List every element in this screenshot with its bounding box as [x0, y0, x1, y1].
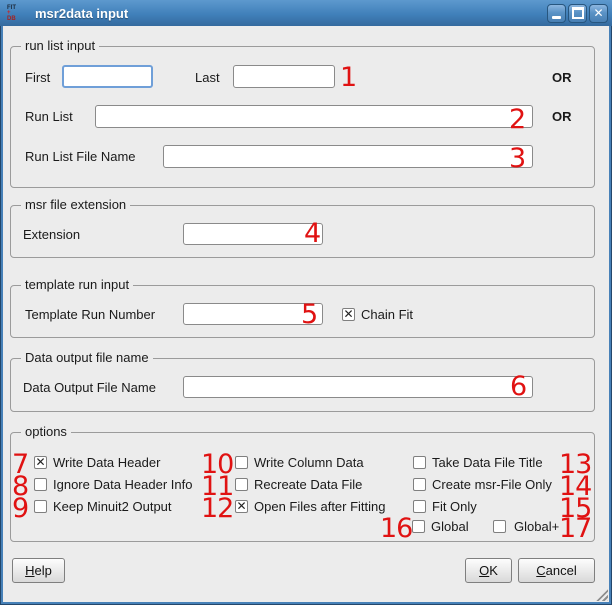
global-plus-checkbox-box[interactable]: [493, 520, 506, 533]
open-files-after-fitting-label[interactable]: Open Files after Fitting: [254, 499, 386, 514]
global-checkbox-box[interactable]: [412, 520, 425, 533]
ignore-data-header-info-label[interactable]: Ignore Data Header Info: [53, 477, 192, 492]
template-run-number-label: Template Run Number: [25, 307, 155, 322]
cancel-button[interactable]: Cancel: [518, 558, 595, 583]
group-options-title: options: [21, 424, 71, 439]
group-msr-file-extension-title: msr file extension: [21, 197, 130, 212]
data-output-file-name-input[interactable]: [183, 376, 533, 398]
group-template-run-input-title: template run input: [21, 277, 133, 292]
open-files-after-fitting-checkbox-box[interactable]: [235, 500, 248, 513]
group-run-list-input-title: run list input: [21, 38, 99, 53]
take-data-file-title-label[interactable]: Take Data File Title: [432, 455, 543, 470]
recreate-data-file-label[interactable]: Recreate Data File: [254, 477, 362, 492]
checkbox-take-data-file-title[interactable]: Take Data File Title: [413, 455, 543, 470]
close-icon: ✕: [593, 7, 603, 19]
maximize-button[interactable]: [568, 4, 587, 23]
checkbox-global-plus[interactable]: Global+: [493, 519, 559, 534]
checkbox-recreate-data-file[interactable]: Recreate Data File: [235, 477, 362, 492]
run-list-file-name-label: Run List File Name: [25, 149, 136, 164]
global-plus-label[interactable]: Global+: [514, 519, 559, 534]
data-output-file-name-label: Data Output File Name: [23, 380, 156, 395]
or-label-1: OR: [552, 70, 572, 85]
minimize-icon: [552, 16, 561, 19]
checkbox-write-data-header[interactable]: Write Data Header: [34, 455, 160, 470]
chain-fit-checkbox-box[interactable]: [342, 308, 355, 321]
close-button[interactable]: ✕: [589, 4, 608, 23]
run-list-file-name-input[interactable]: [163, 145, 533, 168]
recreate-data-file-checkbox-box[interactable]: [235, 478, 248, 491]
extension-input[interactable]: [183, 223, 323, 245]
titlebar[interactable]: FIT + DB msr2data input ✕: [0, 0, 612, 26]
create-msr-file-only-checkbox-box[interactable]: [413, 478, 426, 491]
checkbox-open-files-after-fitting[interactable]: Open Files after Fitting: [235, 499, 386, 514]
keep-minuit2-output-label[interactable]: Keep Minuit2 Output: [53, 499, 172, 514]
keep-minuit2-output-checkbox-box[interactable]: [34, 500, 47, 513]
extension-label: Extension: [23, 227, 80, 242]
dialog-window: FIT + DB msr2data input ✕ run list input…: [0, 0, 612, 605]
window-title: msr2data input: [35, 6, 545, 21]
maximize-icon: [572, 7, 584, 19]
last-input[interactable]: [233, 65, 335, 88]
template-run-number-input[interactable]: [183, 303, 323, 325]
run-list-label: Run List: [25, 109, 73, 124]
fit-only-checkbox-box[interactable]: [413, 500, 426, 513]
help-button[interactable]: Help: [12, 558, 65, 583]
group-data-output-file-name-title: Data output file name: [21, 350, 153, 365]
checkbox-ignore-data-header-info[interactable]: Ignore Data Header Info: [34, 477, 192, 492]
take-data-file-title-checkbox-box[interactable]: [413, 456, 426, 469]
or-label-2: OR: [552, 109, 572, 124]
run-list-input[interactable]: [95, 105, 533, 128]
chain-fit-label[interactable]: Chain Fit: [361, 307, 413, 322]
fit-only-label[interactable]: Fit Only: [432, 499, 477, 514]
first-input[interactable]: [62, 65, 153, 88]
app-icon: FIT + DB: [7, 5, 24, 22]
checkbox-write-column-data[interactable]: Write Column Data: [235, 455, 364, 470]
dialog-content: run list input First Last 1 OR Run List …: [3, 26, 609, 602]
checkbox-keep-minuit2-output[interactable]: Keep Minuit2 Output: [34, 499, 172, 514]
resize-grip[interactable]: [595, 588, 608, 601]
checkbox-fit-only[interactable]: Fit Only: [413, 499, 477, 514]
checkbox-global[interactable]: Global: [412, 519, 469, 534]
minimize-button[interactable]: [547, 4, 566, 23]
write-column-data-label[interactable]: Write Column Data: [254, 455, 364, 470]
first-label: First: [25, 70, 50, 85]
ignore-data-header-info-checkbox-box[interactable]: [34, 478, 47, 491]
last-label: Last: [195, 70, 220, 85]
write-data-header-label[interactable]: Write Data Header: [53, 455, 160, 470]
write-data-header-checkbox-box[interactable]: [34, 456, 47, 469]
ok-button[interactable]: OK: [465, 558, 512, 583]
checkbox-chain-fit[interactable]: Chain Fit: [342, 307, 413, 322]
global-label[interactable]: Global: [431, 519, 469, 534]
write-column-data-checkbox-box[interactable]: [235, 456, 248, 469]
checkbox-create-msr-file-only[interactable]: Create msr-File Only: [413, 477, 552, 492]
create-msr-file-only-label[interactable]: Create msr-File Only: [432, 477, 552, 492]
